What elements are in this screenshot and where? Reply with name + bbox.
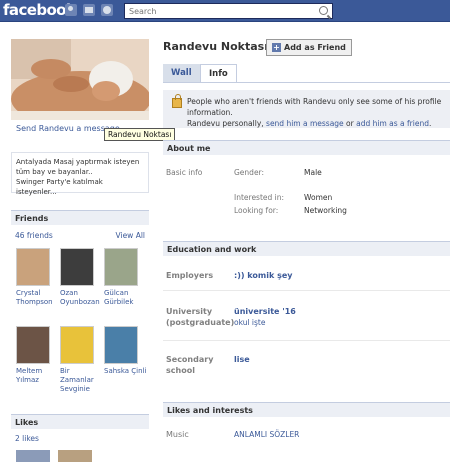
view-all-friends-link[interactable]: View All: [116, 231, 145, 240]
university-concentration[interactable]: okul işte: [234, 318, 265, 328]
friend-item[interactable]: Bir Zamanlar Sevginie: [60, 326, 96, 394]
friends-count-link[interactable]: 46 friends: [15, 231, 53, 240]
row-divider: [163, 340, 450, 341]
friend-name[interactable]: Crystal Thompson: [16, 289, 53, 307]
friend-photo[interactable]: [60, 248, 94, 286]
friend-requests-icon[interactable]: [65, 4, 77, 16]
basic-info-label: Basic info: [166, 168, 203, 177]
interested-label: Interested in:: [234, 193, 285, 202]
music-link[interactable]: ANLAMLI SÖZLER: [234, 430, 299, 440]
friend-name[interactable]: Bir Zamanlar Sevginie: [60, 367, 96, 394]
privacy-notice: People who aren't friends with Randevu o…: [163, 90, 450, 128]
bio-line: Antalyada Masaj yaptırmak isteyen: [16, 158, 140, 166]
like-thumbnail[interactable]: [58, 450, 92, 462]
bio-line: tüm bay ve bayanlar..: [16, 168, 93, 176]
friend-name[interactable]: Ozan Oyunbozan: [60, 289, 100, 307]
friends-count-row: 46 friends View All: [15, 231, 145, 240]
notifications-icon[interactable]: [101, 4, 113, 16]
friend-item[interactable]: Sahska Çinli: [104, 326, 146, 376]
about-me-header: About me: [163, 140, 450, 155]
secondary-school-link[interactable]: lise: [234, 354, 250, 365]
top-bar: facebook: [0, 0, 450, 22]
employers-label: Employers: [166, 271, 214, 280]
likes-count-row: 2 likes: [15, 434, 145, 443]
search-box: [124, 3, 333, 19]
friend-photo[interactable]: [60, 326, 94, 364]
bio-line: Swinger Party'e katılmak isteyenler...: [16, 178, 103, 196]
friend-item[interactable]: Ozan Oyunbozan: [60, 248, 100, 307]
friend-item[interactable]: Meltem Yılmaz: [16, 326, 52, 385]
plus-icon: +: [272, 43, 281, 52]
like-thumbnail[interactable]: [16, 450, 50, 462]
row-divider: [163, 290, 450, 291]
friend-name[interactable]: Meltem Yılmaz: [16, 367, 52, 385]
university-link[interactable]: üniversite '16: [234, 306, 296, 317]
interested-value: Women: [304, 193, 333, 202]
employer-link[interactable]: :)) komik şey: [234, 270, 292, 281]
friend-photo[interactable]: [104, 248, 138, 286]
friend-name[interactable]: Gülcan Gürbilek: [104, 289, 140, 307]
secondary-school-label: Secondary school: [166, 355, 214, 375]
friend-photo[interactable]: [104, 326, 138, 364]
friend-item[interactable]: Gülcan Gürbilek: [104, 248, 140, 307]
friend-photo[interactable]: [16, 248, 50, 286]
friend-photo[interactable]: [16, 326, 50, 364]
friends-header: Friends: [11, 210, 149, 225]
search-input[interactable]: [125, 4, 305, 18]
tab-info[interactable]: Info: [200, 64, 237, 83]
friend-name[interactable]: Sahska Çinli: [104, 367, 152, 376]
add-friend-inline-link[interactable]: add him as a friend: [356, 119, 429, 128]
notice-text: People who aren't friends with Randevu o…: [187, 97, 442, 128]
profile-name: Randevu Noktası: [163, 40, 268, 53]
gender-label: Gender:: [234, 168, 265, 177]
add-friend-button[interactable]: + Add as Friend: [266, 39, 352, 56]
tabs-divider: [163, 82, 450, 83]
likes-interests-header: Likes and interests: [163, 402, 450, 417]
friend-item[interactable]: Crystal Thompson: [16, 248, 53, 307]
profile-bio: Antalyada Masaj yaptırmak isteyen tüm ba…: [11, 152, 149, 196]
looking-label: Looking for:: [234, 206, 279, 215]
messages-icon[interactable]: [83, 4, 95, 16]
music-label: Music: [166, 430, 189, 439]
send-message-inline-link[interactable]: send him a message: [266, 119, 344, 128]
looking-value: Networking: [304, 206, 347, 215]
search-icon[interactable]: [319, 6, 328, 15]
tab-wall[interactable]: Wall: [163, 64, 200, 83]
profile-picture[interactable]: [11, 39, 149, 120]
university-label: University (postgraduate): [166, 307, 235, 327]
likes-count-link[interactable]: 2 likes: [15, 434, 39, 443]
education-header: Education and work: [163, 241, 450, 256]
likes-thumbnails: [16, 450, 146, 462]
gender-value: Male: [304, 168, 322, 177]
likes-header: Likes: [11, 414, 149, 429]
notification-icons: [65, 4, 113, 16]
lock-icon: [172, 94, 182, 108]
